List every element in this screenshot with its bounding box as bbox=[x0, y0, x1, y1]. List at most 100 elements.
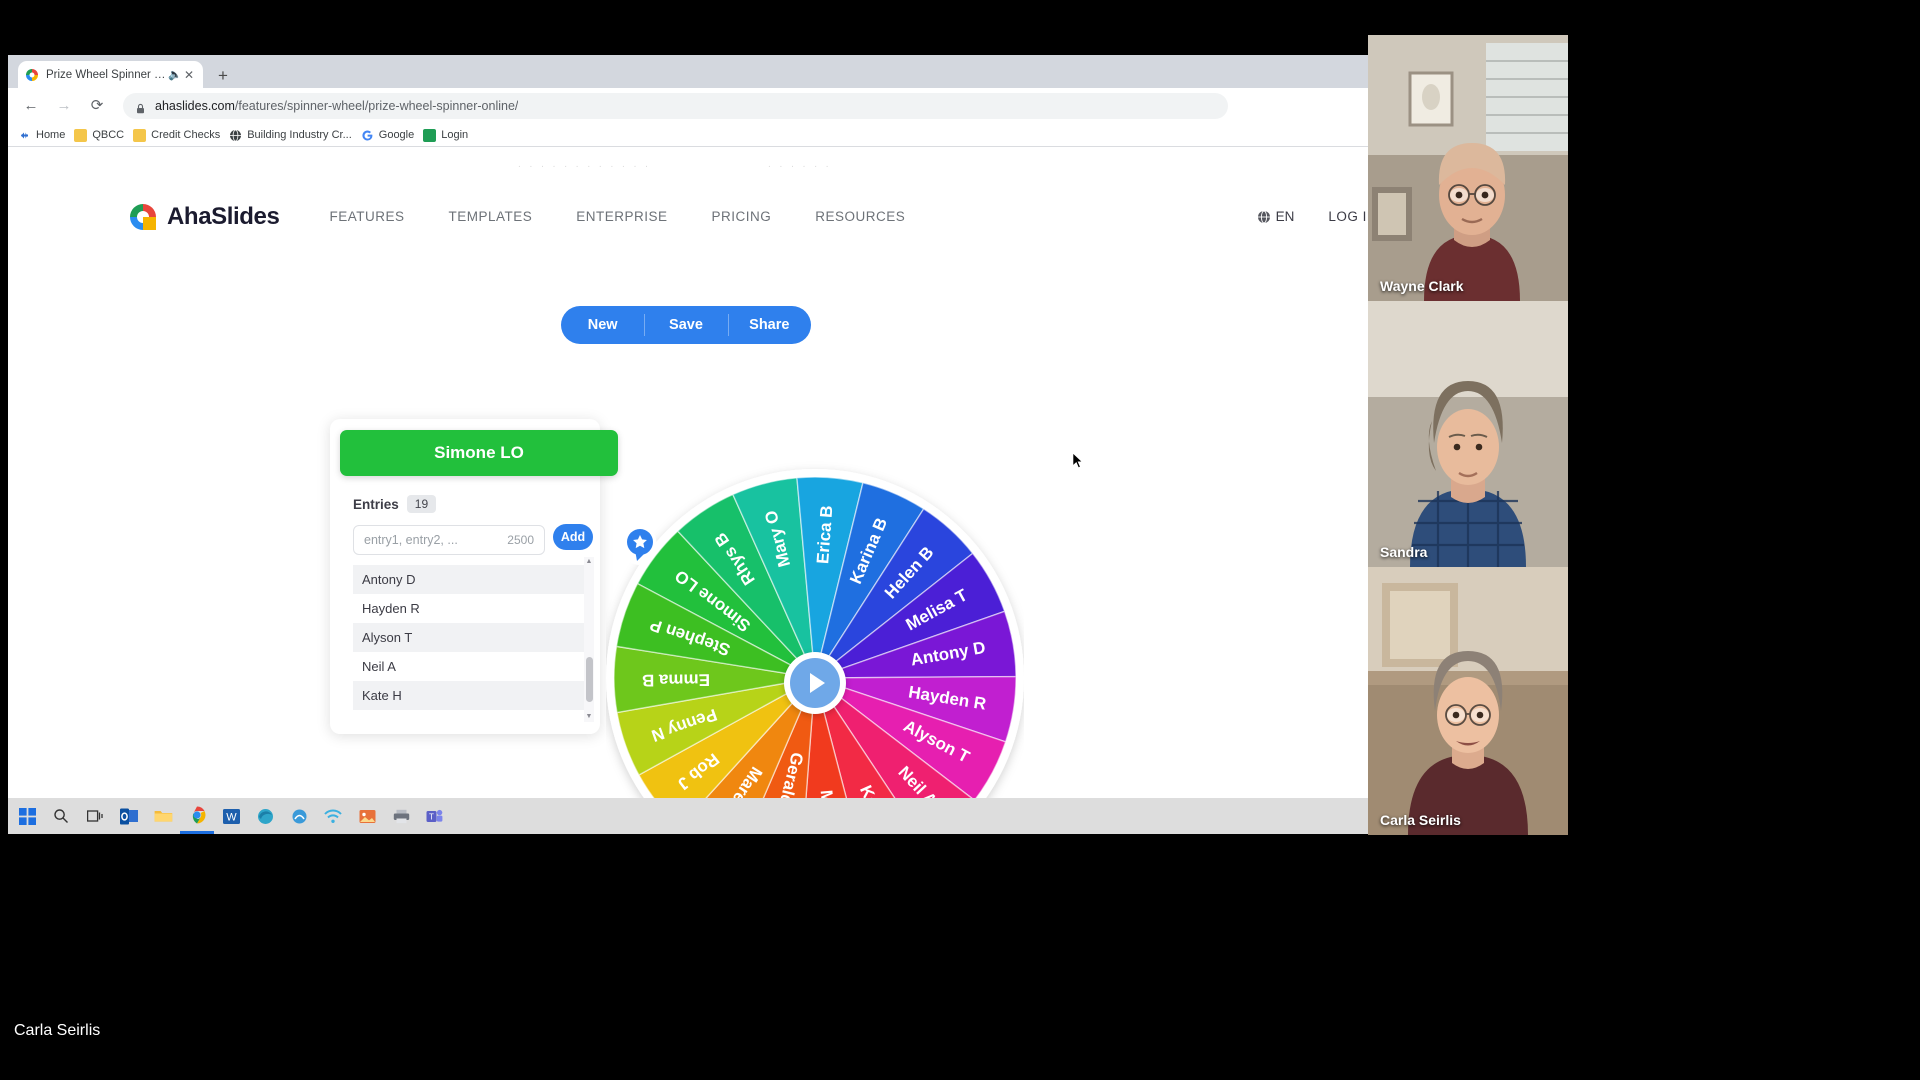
page-decoration: . . . . . . bbox=[768, 159, 832, 170]
bookmark-home[interactable]: Home bbox=[18, 129, 65, 142]
teams-icon[interactable]: T bbox=[418, 798, 452, 834]
add-button[interactable]: Add bbox=[553, 524, 593, 550]
speaker-icon[interactable]: 🔈 bbox=[168, 68, 182, 81]
url-text: ahaslides.com/features/spinner-wheel/pri… bbox=[155, 99, 518, 113]
list-item[interactable]: Neil A bbox=[353, 652, 587, 681]
wifi-app-icon[interactable] bbox=[316, 798, 350, 834]
folder-icon bbox=[133, 129, 146, 142]
participant-tile[interactable]: Wayne Clark bbox=[1368, 35, 1568, 301]
svg-text:T: T bbox=[429, 813, 434, 822]
language-label: EN bbox=[1276, 209, 1295, 224]
bookmark-qbcc[interactable]: QBCC bbox=[74, 129, 124, 142]
site-logo[interactable]: AhaSlides bbox=[128, 202, 279, 232]
new-tab-button[interactable]: + bbox=[213, 66, 233, 86]
right-black-area bbox=[1568, 0, 1920, 1080]
wheel-segment-label: Emma B bbox=[642, 670, 710, 689]
participant-name: Sandra bbox=[1380, 544, 1427, 560]
photo-app-icon[interactable] bbox=[350, 798, 384, 834]
language-selector[interactable]: EN bbox=[1257, 209, 1295, 224]
green-site-icon bbox=[423, 129, 436, 142]
new-button[interactable]: New bbox=[561, 306, 644, 344]
participant-tile[interactable]: Sandra bbox=[1368, 301, 1568, 567]
prize-wheel[interactable]: Simone LORhys BMary OErica BKarina BHele… bbox=[606, 452, 1024, 853]
nav-link-templates[interactable]: TEMPLATES bbox=[448, 209, 532, 224]
arrow-left-icon[interactable]: ← bbox=[17, 92, 45, 120]
ahaslides-logo-icon bbox=[128, 202, 158, 232]
participant-video-strip: Wayne Clark bbox=[1368, 35, 1568, 835]
star-pointer-icon bbox=[624, 526, 658, 566]
participant-name: Carla Seirlis bbox=[1380, 812, 1461, 828]
site-logo-text: AhaSlides bbox=[167, 203, 279, 231]
mouse-cursor bbox=[1072, 452, 1084, 470]
globe-icon bbox=[1257, 210, 1271, 224]
spin-button-inner[interactable] bbox=[790, 658, 840, 708]
entries-header: Entries 19 bbox=[353, 495, 436, 513]
folder-icon bbox=[74, 129, 87, 142]
spin-button[interactable] bbox=[784, 652, 846, 714]
caret-down-icon[interactable]: ▼ bbox=[584, 712, 594, 722]
svg-text:W: W bbox=[226, 811, 237, 823]
chrome-icon[interactable] bbox=[180, 798, 214, 834]
ahaslides-favicon-icon bbox=[25, 68, 39, 82]
bookmark-label: Credit Checks bbox=[151, 129, 220, 141]
printer-icon[interactable] bbox=[384, 798, 418, 834]
bookmark-label: Building Industry Cr... bbox=[247, 129, 352, 141]
wheel-actions: New Save Share bbox=[561, 306, 811, 344]
page-decoration: . . . . . . . . . . . . bbox=[518, 159, 651, 170]
scrollbar-thumb[interactable] bbox=[586, 657, 593, 702]
nav-link-features[interactable]: FEATURES bbox=[329, 209, 404, 224]
site-nav-links: FEATURES TEMPLATES ENTERPRISE PRICING RE… bbox=[307, 209, 927, 224]
entry-input-placeholder: entry1, entry2, ... bbox=[364, 533, 507, 547]
save-button[interactable]: Save bbox=[644, 306, 727, 344]
nav-link-resources[interactable]: RESOURCES bbox=[815, 209, 905, 224]
bookmark-label: Login bbox=[441, 129, 468, 141]
participant-tile[interactable]: Carla Seirlis bbox=[1368, 567, 1568, 835]
list-item[interactable]: Alyson T bbox=[353, 623, 587, 652]
list-item[interactable]: Kate H bbox=[353, 681, 587, 710]
edge-icon[interactable] bbox=[248, 798, 282, 834]
globe-icon bbox=[229, 129, 242, 142]
reload-icon[interactable]: ⟳ bbox=[83, 92, 111, 120]
bookmark-label: Google bbox=[379, 129, 414, 141]
entries-scrollbar[interactable]: ▲ ▼ bbox=[584, 557, 594, 722]
entry-max-chars: 2500 bbox=[507, 533, 534, 547]
bookmark-login[interactable]: Login bbox=[423, 129, 468, 142]
caret-up-icon[interactable]: ▲ bbox=[584, 557, 594, 567]
url-path: /features/spinner-wheel/prize-wheel-spin… bbox=[235, 99, 518, 113]
self-participant-name: Carla Seirlis bbox=[14, 1022, 100, 1040]
bookmark-building-industry[interactable]: Building Industry Cr... bbox=[229, 129, 352, 142]
entries-count-badge: 19 bbox=[407, 495, 436, 513]
entries-list[interactable]: Antony D Hayden R Alyson T Neil A Kate H bbox=[353, 565, 587, 715]
google-icon bbox=[361, 129, 374, 142]
browser-tab[interactable]: Prize Wheel Spinner - Best O 🔈 ✕ bbox=[18, 61, 203, 88]
screen: Prize Wheel Spinner - Best O 🔈 ✕ + ∨ — □… bbox=[0, 0, 1920, 1080]
bookmark-label: Home bbox=[36, 129, 65, 141]
search-icon[interactable] bbox=[44, 798, 78, 834]
start-icon[interactable] bbox=[10, 798, 44, 834]
entry-input[interactable]: entry1, entry2, ... 2500 bbox=[353, 525, 545, 555]
app-icon[interactable] bbox=[282, 798, 316, 834]
participant-name: Wayne Clark bbox=[1380, 278, 1464, 294]
address-bar[interactable]: ahaslides.com/features/spinner-wheel/pri… bbox=[123, 93, 1228, 119]
close-icon[interactable]: ✕ bbox=[182, 69, 196, 81]
nav-link-enterprise[interactable]: ENTERPRISE bbox=[576, 209, 667, 224]
arrow-right-icon[interactable]: → bbox=[50, 92, 78, 120]
word-icon[interactable]: W bbox=[214, 798, 248, 834]
outlook-icon[interactable] bbox=[112, 798, 146, 834]
lock-icon bbox=[135, 101, 146, 112]
winner-name: Simone LO bbox=[434, 443, 524, 463]
nav-link-pricing[interactable]: PRICING bbox=[712, 209, 772, 224]
play-icon bbox=[810, 673, 825, 693]
list-item[interactable]: Hayden R bbox=[353, 594, 587, 623]
entries-label: Entries bbox=[353, 497, 399, 512]
task-view-icon[interactable] bbox=[78, 798, 112, 834]
bookmark-label: QBCC bbox=[92, 129, 124, 141]
file-explorer-icon[interactable] bbox=[146, 798, 180, 834]
bookmark-credit-checks[interactable]: Credit Checks bbox=[133, 129, 220, 142]
list-item[interactable]: Antony D bbox=[353, 565, 587, 594]
winner-banner: Simone LO bbox=[340, 430, 618, 476]
share-button[interactable]: Share bbox=[728, 306, 811, 344]
link-icon bbox=[18, 129, 31, 142]
bookmark-google[interactable]: Google bbox=[361, 129, 414, 142]
url-domain: ahaslides.com bbox=[155, 99, 235, 113]
